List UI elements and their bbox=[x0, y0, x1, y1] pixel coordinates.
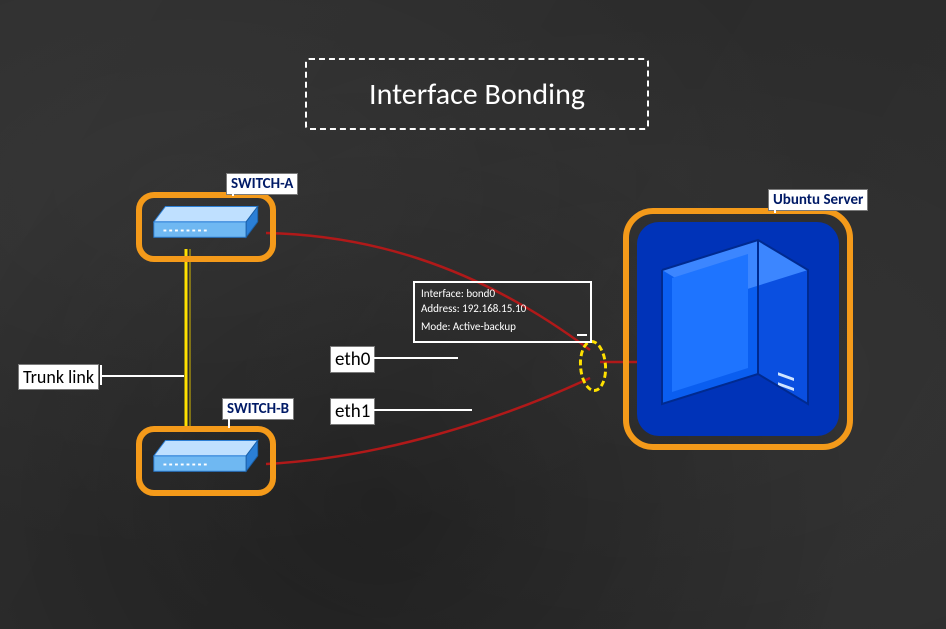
leader-switch-a bbox=[232, 190, 234, 196]
diagram-title: Interface Bonding bbox=[305, 58, 649, 130]
eth1-label: eth1 bbox=[330, 398, 375, 425]
leader-trunk-tick bbox=[100, 365, 102, 385]
switch-a-label: SWITCH-A bbox=[226, 173, 298, 195]
trunk-link-label-text: Trunk link bbox=[23, 366, 94, 388]
leader-switch-b bbox=[228, 414, 230, 428]
bond-interface-value: bond0 bbox=[466, 287, 495, 300]
leader-eth1-tick bbox=[372, 399, 374, 419]
bond-address-label: Address: bbox=[421, 302, 460, 315]
leader-trunk-h bbox=[100, 375, 184, 377]
eth0-label: eth0 bbox=[330, 346, 375, 373]
bond0-callout: Interface: bond0 Address: 192.168.15.10 … bbox=[413, 281, 592, 343]
bond-mode-value: Active-backup bbox=[453, 320, 516, 333]
eth0-label-text: eth0 bbox=[335, 348, 370, 371]
leader-server bbox=[774, 205, 776, 213]
server-label-text: Ubuntu Server bbox=[773, 191, 863, 209]
switch-a-label-text: SWITCH-A bbox=[231, 175, 293, 193]
diagram-title-text: Interface Bonding bbox=[369, 76, 585, 113]
leader-eth0-tick bbox=[372, 347, 374, 367]
server-icon bbox=[640, 222, 825, 422]
eth1-label-text: eth1 bbox=[335, 400, 370, 423]
bond-mode-label: Mode: bbox=[421, 320, 450, 333]
trunk-link-label: Trunk link bbox=[18, 364, 99, 390]
server-label: Ubuntu Server bbox=[768, 189, 868, 211]
switch-b-label: SWITCH-B bbox=[222, 398, 294, 420]
leader-eth0-h bbox=[372, 357, 458, 359]
switch-a-icon bbox=[140, 193, 260, 243]
bond-interface-label: Interface: bbox=[421, 287, 464, 300]
leader-eth1-h bbox=[372, 409, 472, 411]
switch-b-icon bbox=[140, 427, 260, 477]
bond0-ellipse bbox=[577, 339, 609, 393]
switch-b-label-text: SWITCH-B bbox=[227, 400, 289, 418]
bond-address-value: 192.168.15.10 bbox=[462, 302, 526, 315]
